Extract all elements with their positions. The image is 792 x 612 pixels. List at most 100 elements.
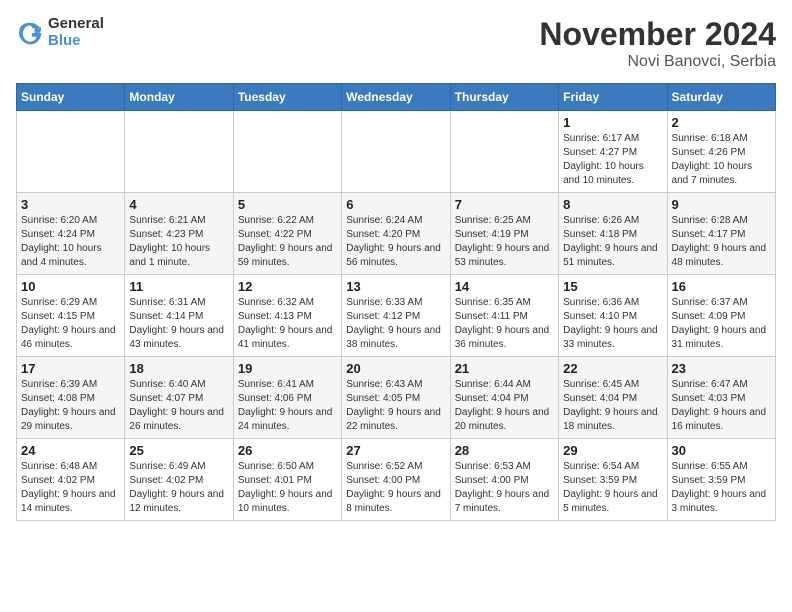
calendar-header-row: SundayMondayTuesdayWednesdayThursdayFrid… [17,84,776,111]
calendar-cell [125,111,233,193]
day-info: Sunrise: 6:47 AM Sunset: 4:03 PM Dayligh… [672,378,771,434]
day-number: 18 [129,361,228,376]
calendar-week-5: 24Sunrise: 6:48 AM Sunset: 4:02 PM Dayli… [17,439,776,521]
day-info: Sunrise: 6:18 AM Sunset: 4:26 PM Dayligh… [672,132,771,188]
calendar-cell: 28 Sunrise: 6:53 AM Sunset: 4:00 PM Dayli… [450,439,558,521]
calendar-cell: 14 Sunrise: 6:35 AM Sunset: 4:11 PM Dayli… [450,275,558,357]
day-number: 4 [129,197,228,212]
day-number: 12 [238,279,337,294]
calendar-cell: 5 Sunrise: 6:22 AM Sunset: 4:22 PM Daylig… [233,193,341,275]
day-number: 11 [129,279,228,294]
day-info: Sunrise: 6:35 AM Sunset: 4:11 PM Dayligh… [455,296,554,352]
day-number: 10 [21,279,120,294]
calendar-cell: 24Sunrise: 6:48 AM Sunset: 4:02 PM Dayli… [17,439,125,521]
calendar-cell: 10 Sunrise: 6:29 AM Sunset: 4:15 PM Dayli… [17,275,125,357]
weekday-header-wednesday: Wednesday [342,84,450,111]
day-info: Sunrise: 6:29 AM Sunset: 4:15 PM Dayligh… [21,296,120,352]
calendar-cell: 13 Sunrise: 6:33 AM Sunset: 4:12 PM Dayli… [342,275,450,357]
day-number: 3 [21,197,120,212]
logo-general: General [48,16,104,33]
day-info: Sunrise: 6:40 AM Sunset: 4:07 PM Dayligh… [129,378,228,434]
day-number: 13 [346,279,445,294]
day-info: Sunrise: 6:44 AM Sunset: 4:04 PM Dayligh… [455,378,554,434]
calendar-cell: 30 Sunrise: 6:55 AM Sunset: 3:59 PM Dayli… [667,439,775,521]
day-number: 14 [455,279,554,294]
day-info: Sunrise: 6:22 AM Sunset: 4:22 PM Dayligh… [238,214,337,270]
day-number: 17 [21,361,120,376]
day-info: Sunrise: 6:53 AM Sunset: 4:00 PM Dayligh… [455,460,554,516]
day-number: 16 [672,279,771,294]
day-info: Sunrise: 6:33 AM Sunset: 4:12 PM Dayligh… [346,296,445,352]
day-number: 19 [238,361,337,376]
calendar-week-3: 10 Sunrise: 6:29 AM Sunset: 4:15 PM Dayli… [17,275,776,357]
calendar-cell: 8Sunrise: 6:26 AM Sunset: 4:18 PM Daylig… [559,193,667,275]
day-number: 22 [563,361,662,376]
calendar-cell: 12 Sunrise: 6:32 AM Sunset: 4:13 PM Dayli… [233,275,341,357]
page-header: General Blue November 2024 Novi Banovci,… [16,16,776,71]
day-info: Sunrise: 6:31 AM Sunset: 4:14 PM Dayligh… [129,296,228,352]
day-number: 1 [563,115,662,130]
day-number: 28 [455,443,554,458]
day-number: 15 [563,279,662,294]
day-number: 23 [672,361,771,376]
day-info: Sunrise: 6:24 AM Sunset: 4:20 PM Dayligh… [346,214,445,270]
day-info: Sunrise: 6:43 AM Sunset: 4:05 PM Dayligh… [346,378,445,434]
day-info: Sunrise: 6:32 AM Sunset: 4:13 PM Dayligh… [238,296,337,352]
calendar-cell: 19 Sunrise: 6:41 AM Sunset: 4:06 PM Dayli… [233,357,341,439]
day-info: Sunrise: 6:21 AM Sunset: 4:23 PM Dayligh… [129,214,228,270]
calendar-cell: 18 Sunrise: 6:40 AM Sunset: 4:07 PM Dayli… [125,357,233,439]
location: Novi Banovci, Serbia [539,53,776,71]
day-number: 27 [346,443,445,458]
calendar-week-4: 17 Sunrise: 6:39 AM Sunset: 4:08 PM Dayli… [17,357,776,439]
day-info: Sunrise: 6:54 AM Sunset: 3:59 PM Dayligh… [563,460,662,516]
day-info: Sunrise: 6:48 AM Sunset: 4:02 PM Dayligh… [21,460,120,516]
day-number: 6 [346,197,445,212]
calendar-cell [17,111,125,193]
month-title: November 2024 [539,16,776,53]
logo-blue: Blue [48,33,104,50]
calendar-cell: 9Sunrise: 6:28 AM Sunset: 4:17 PM Daylig… [667,193,775,275]
calendar-cell: 7 Sunrise: 6:25 AM Sunset: 4:19 PM Daylig… [450,193,558,275]
calendar-cell: 6 Sunrise: 6:24 AM Sunset: 4:20 PM Daylig… [342,193,450,275]
day-info: Sunrise: 6:25 AM Sunset: 4:19 PM Dayligh… [455,214,554,270]
day-number: 7 [455,197,554,212]
calendar-cell [450,111,558,193]
day-number: 26 [238,443,337,458]
day-info: Sunrise: 6:39 AM Sunset: 4:08 PM Dayligh… [21,378,120,434]
calendar-cell: 27 Sunrise: 6:52 AM Sunset: 4:00 PM Dayli… [342,439,450,521]
calendar-cell: 16 Sunrise: 6:37 AM Sunset: 4:09 PM Dayli… [667,275,775,357]
logo-icon [16,19,44,47]
calendar-cell: 26 Sunrise: 6:50 AM Sunset: 4:01 PM Dayli… [233,439,341,521]
weekday-header-saturday: Saturday [667,84,775,111]
day-number: 30 [672,443,771,458]
day-number: 5 [238,197,337,212]
calendar-cell: 4 Sunrise: 6:21 AM Sunset: 4:23 PM Daylig… [125,193,233,275]
day-number: 8 [563,197,662,212]
calendar-cell: 1 Sunrise: 6:17 AM Sunset: 4:27 PM Daylig… [559,111,667,193]
calendar-cell: 22Sunrise: 6:45 AM Sunset: 4:04 PM Dayli… [559,357,667,439]
day-number: 21 [455,361,554,376]
calendar-week-2: 3 Sunrise: 6:20 AM Sunset: 4:24 PM Daylig… [17,193,776,275]
calendar-cell: 23 Sunrise: 6:47 AM Sunset: 4:03 PM Dayli… [667,357,775,439]
calendar-cell: 21 Sunrise: 6:44 AM Sunset: 4:04 PM Dayli… [450,357,558,439]
calendar-cell: 25Sunrise: 6:49 AM Sunset: 4:02 PM Dayli… [125,439,233,521]
logo: General Blue [16,16,104,49]
day-info: Sunrise: 6:55 AM Sunset: 3:59 PM Dayligh… [672,460,771,516]
day-info: Sunrise: 6:50 AM Sunset: 4:01 PM Dayligh… [238,460,337,516]
calendar-cell: 17 Sunrise: 6:39 AM Sunset: 4:08 PM Dayli… [17,357,125,439]
day-info: Sunrise: 6:17 AM Sunset: 4:27 PM Dayligh… [563,132,662,188]
day-info: Sunrise: 6:36 AM Sunset: 4:10 PM Dayligh… [563,296,662,352]
calendar-cell [342,111,450,193]
calendar-cell: 29 Sunrise: 6:54 AM Sunset: 3:59 PM Dayli… [559,439,667,521]
day-info: Sunrise: 6:41 AM Sunset: 4:06 PM Dayligh… [238,378,337,434]
day-info: Sunrise: 6:37 AM Sunset: 4:09 PM Dayligh… [672,296,771,352]
calendar-cell: 2Sunrise: 6:18 AM Sunset: 4:26 PM Daylig… [667,111,775,193]
weekday-header-thursday: Thursday [450,84,558,111]
weekday-header-friday: Friday [559,84,667,111]
day-number: 29 [563,443,662,458]
calendar-cell: 15 Sunrise: 6:36 AM Sunset: 4:10 PM Dayli… [559,275,667,357]
calendar-table: SundayMondayTuesdayWednesdayThursdayFrid… [16,83,776,521]
day-info: Sunrise: 6:20 AM Sunset: 4:24 PM Dayligh… [21,214,120,270]
day-info: Sunrise: 6:28 AM Sunset: 4:17 PM Dayligh… [672,214,771,270]
day-info: Sunrise: 6:52 AM Sunset: 4:00 PM Dayligh… [346,460,445,516]
